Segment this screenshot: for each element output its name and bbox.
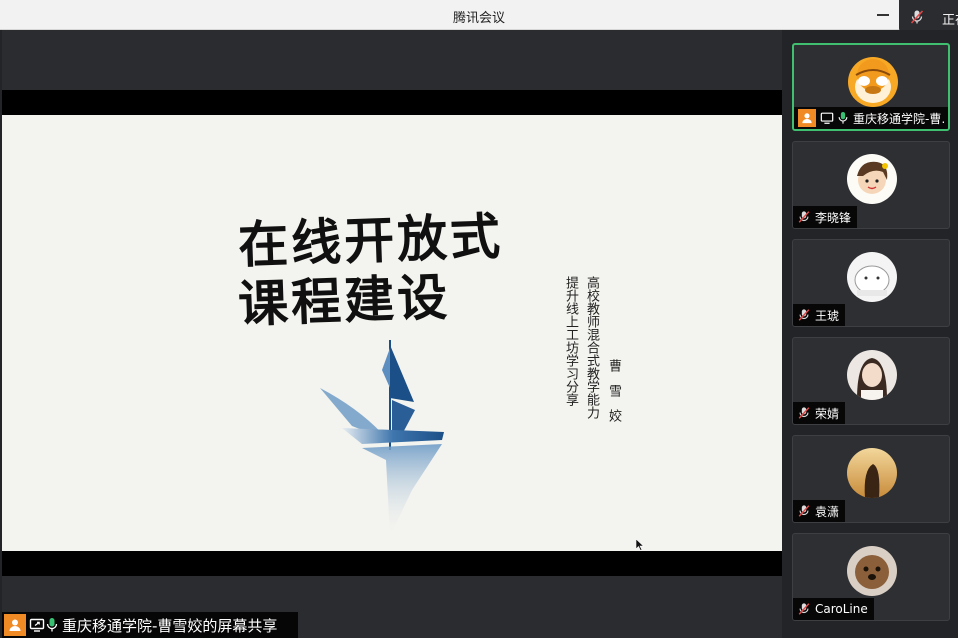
microphone-icon <box>837 111 849 125</box>
participant-name: 荣婧 <box>815 406 840 421</box>
participant-tile[interactable]: 重庆移通学院-曹… <box>792 43 950 131</box>
avatar <box>847 350 897 400</box>
participant-tile[interactable]: 李晓锋 <box>792 141 950 229</box>
meeting-window: 腾讯会议 正在 在线开放式 课程建设 提升线上工坊学习分享 高校教师混合式教学能… <box>0 0 958 638</box>
person-icon <box>798 109 816 127</box>
screen-share-label-text: 重庆移通学院-曹雪姣的屏幕共享 <box>62 616 278 635</box>
microphone-muted-icon <box>909 9 925 29</box>
slide-vertical-text-2: 高校教师混合式教学能力 <box>584 276 599 419</box>
slide-title-line2: 课程建设 <box>237 267 452 334</box>
participant-name: 李晓锋 <box>815 210 852 225</box>
participant-namebar: 重庆移通学院-曹… <box>794 107 948 129</box>
participant-tile[interactable]: 王琥 <box>792 239 950 327</box>
minimize-button[interactable] <box>872 4 894 26</box>
participant-name: 袁潇 <box>815 504 840 519</box>
presentation-slide: 在线开放式 课程建设 提升线上工坊学习分享 高校教师混合式教学能力 曹雪姣 <box>2 115 782 551</box>
screen-share-icon <box>29 617 45 633</box>
screen-share-icon <box>820 111 834 125</box>
speaking-text: 正在 <box>942 13 958 28</box>
microphone-muted-icon <box>797 602 811 616</box>
letterbox-bottom <box>2 551 782 576</box>
mouse-cursor-icon <box>636 539 644 551</box>
microphone-muted-icon <box>797 210 811 224</box>
avatar <box>847 448 897 498</box>
avatar <box>847 252 897 302</box>
avatar <box>847 546 897 596</box>
avatar <box>848 57 898 107</box>
minimize-icon <box>877 14 889 16</box>
screen-share-area[interactable]: 在线开放式 课程建设 提升线上工坊学习分享 高校教师混合式教学能力 曹雪姣 <box>2 30 782 638</box>
microphone-muted-icon <box>797 504 811 518</box>
participant-name: 重庆移通学院-曹… <box>853 111 946 126</box>
participant-tile[interactable]: 袁潇 <box>792 435 950 523</box>
participant-name: CaroLine <box>815 602 868 616</box>
sailboat-illustration <box>320 340 444 536</box>
letterbox-top <box>2 90 782 115</box>
participant-namebar: CaroLine <box>793 598 874 620</box>
participant-namebar: 王琥 <box>793 304 846 326</box>
person-icon <box>4 614 26 636</box>
slide-author: 曹雪姣 <box>606 359 621 434</box>
screen-share-label: 重庆移通学院-曹雪姣的屏幕共享 <box>2 612 298 638</box>
microphone-icon <box>45 617 59 633</box>
title-bar: 腾讯会议 <box>0 0 958 30</box>
avatar <box>847 154 897 204</box>
participant-namebar: 荣婧 <box>793 402 846 424</box>
participant-tile[interactable]: CaroLine <box>792 533 950 621</box>
participant-namebar: 袁潇 <box>793 500 846 522</box>
window-title: 腾讯会议 <box>452 11 505 26</box>
participant-tile[interactable]: 荣婧 <box>792 337 950 425</box>
microphone-muted-icon <box>797 406 811 420</box>
speaking-indicator[interactable]: 正在 <box>899 0 958 34</box>
participant-name: 王琥 <box>815 308 840 323</box>
slide-vertical-text-1: 提升线上工坊学习分享 <box>563 276 578 406</box>
participant-namebar: 李晓锋 <box>793 206 858 228</box>
participant-panel: 重庆移通学院-曹… 李晓锋 王琥 荣婧 袁潇 CaroLine <box>784 30 958 638</box>
microphone-muted-icon <box>797 308 811 322</box>
